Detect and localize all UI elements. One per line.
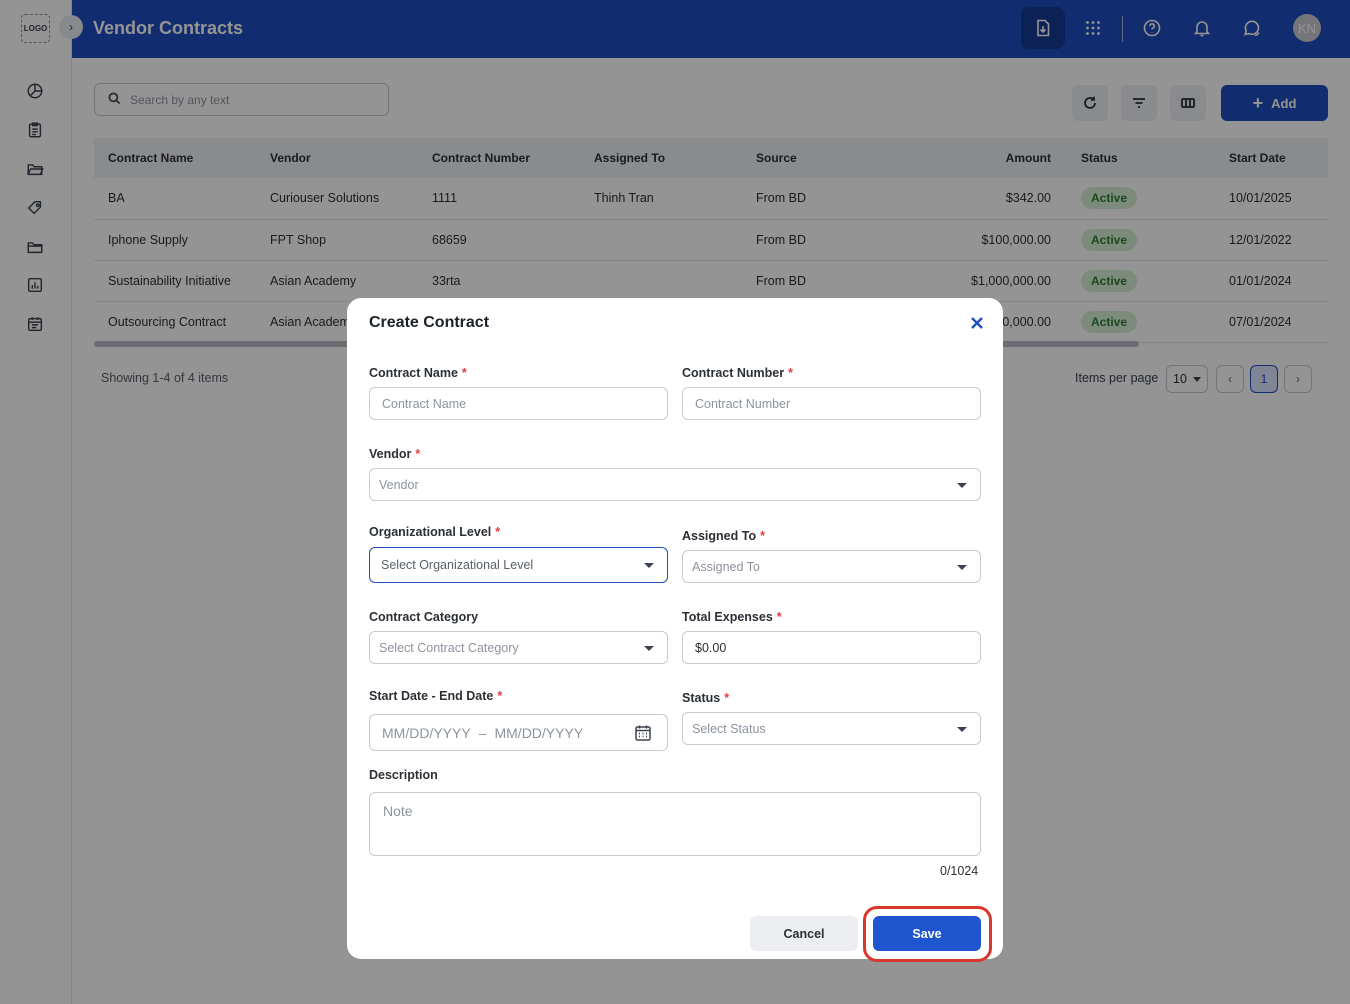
dialog-title: Create Contract (369, 314, 490, 331)
description-textarea[interactable]: Note (369, 792, 981, 856)
save-button[interactable]: Save (873, 916, 981, 951)
caret-down-icon (957, 564, 967, 570)
org-level-label: Organizational Level * (369, 525, 501, 539)
assigned-to-select[interactable]: Assigned To (682, 550, 981, 583)
contract-number-input[interactable]: Contract Number (682, 387, 981, 420)
close-button[interactable] (967, 313, 987, 333)
status-select[interactable]: Select Status (682, 712, 981, 745)
caret-down-icon (957, 482, 967, 488)
start-date-input[interactable]: MM/DD/YYYY (382, 725, 471, 741)
date-range-label: Start Date - End Date * (369, 689, 503, 703)
contract-name-input[interactable]: Contract Name (369, 387, 668, 420)
assigned-to-label: Assigned To * (682, 529, 765, 543)
close-icon (971, 317, 983, 329)
caret-down-icon (957, 726, 967, 732)
contract-category-select[interactable]: Select Contract Category (369, 631, 668, 664)
character-counter: 0/1024 (940, 864, 979, 878)
total-expenses-input[interactable]: $0.00 (682, 631, 981, 664)
contract-category-label: Contract Category (369, 610, 479, 624)
date-range-picker[interactable]: MM/DD/YYYY – MM/DD/YYYY (369, 714, 668, 751)
description-label: Description (369, 768, 438, 782)
end-date-input[interactable]: MM/DD/YYYY (494, 725, 583, 741)
caret-down-icon (644, 563, 654, 568)
total-expenses-label: Total Expenses * (682, 610, 782, 624)
contract-number-label: Contract Number * (682, 366, 793, 380)
vendor-select[interactable]: Vendor (369, 468, 981, 501)
create-contract-dialog: Create Contract Contract Name * Contract … (347, 298, 1003, 962)
cancel-button[interactable]: Cancel (750, 916, 858, 951)
caret-down-icon (644, 645, 654, 651)
org-level-select[interactable]: Select Organizational Level (369, 547, 668, 583)
calendar-icon (635, 725, 651, 741)
date-separator: – (478, 724, 487, 741)
vendor-label: Vendor * (369, 447, 421, 461)
status-label: Status * (682, 691, 730, 705)
contract-name-label: Contract Name * (369, 366, 467, 380)
